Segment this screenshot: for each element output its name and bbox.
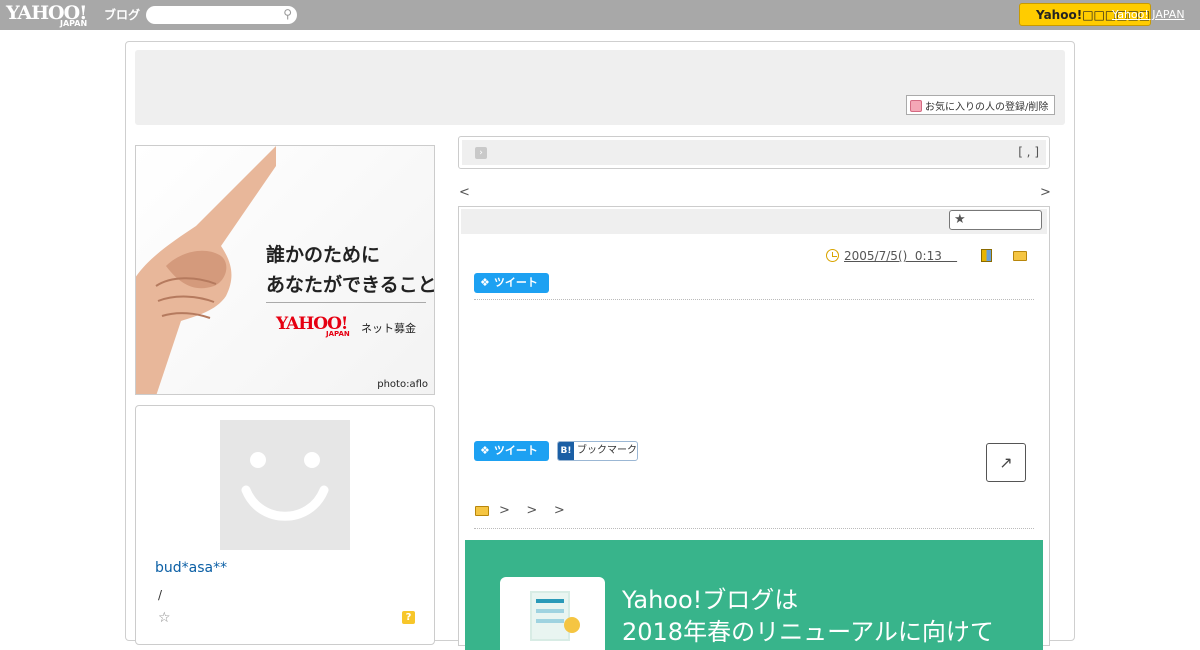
category-bar-inner: [462, 140, 1046, 165]
clock-icon: [826, 249, 839, 262]
top-bar: YAHOO! JAPAN ブログ ⚲ Yahoo!□□□□□□□ Yahoo! …: [0, 0, 1200, 30]
favorite-register-label: お気に入りの人の登録/削除: [925, 102, 1049, 113]
promo-line-1: Yahoo!ブログは: [622, 586, 799, 614]
tweet-label: ツイート: [493, 444, 538, 457]
banner-divider: [266, 302, 426, 303]
search-icon[interactable]: ⚲: [283, 7, 292, 21]
article-date-link[interactable]: 2005/7/5() 0:13: [844, 249, 957, 263]
yahoo-japan-link[interactable]: Yahoo! JAPAN: [1112, 8, 1185, 21]
renewal-promo-banner[interactable]: Yahoo!ブログは 2018年春のリニューアルに向けて: [465, 540, 1043, 650]
folder-icon[interactable]: [475, 506, 489, 516]
divider-top: [474, 299, 1034, 300]
folder-icon[interactable]: [1013, 251, 1027, 261]
heart-icon: [910, 100, 922, 112]
twitter-bird-icon: ❖: [480, 276, 490, 289]
next-article-link[interactable]: >: [1040, 185, 1051, 200]
banner-line-1: 誰かのために: [266, 244, 381, 266]
tweet-button-top[interactable]: ❖ ツイート: [474, 273, 549, 293]
category-bracket: [ , ]: [1018, 145, 1039, 159]
banner-line-2: あなたができること: [266, 274, 435, 296]
logo-blog-text: ブログ: [104, 8, 141, 22]
chevron-right-icon[interactable]: ›: [475, 147, 487, 159]
logo-japan-text: JAPAN: [60, 19, 88, 28]
profile-card: bud*asa** / ☆ ?: [135, 405, 435, 645]
favorite-register-button[interactable]: お気に入りの人の登録/削除: [906, 95, 1055, 115]
prev-article-link[interactable]: <: [459, 185, 470, 200]
yahoo-blog-logo[interactable]: YAHOO! JAPAN ブログ: [6, 2, 142, 28]
profile-slash: /: [158, 588, 163, 602]
tweet-button-bottom[interactable]: ❖ ツイート: [474, 441, 549, 461]
article-header: ★: [461, 209, 1047, 234]
article: ★ 2005/7/5() 0:13 ❖ ツイート ❖ ツイート B! ブックマーク ↗…: [458, 206, 1050, 650]
book-icon[interactable]: [981, 249, 992, 262]
banner-credit: photo:aflo: [377, 379, 428, 390]
divider-bottom: [474, 528, 1034, 529]
avatar[interactable]: [220, 420, 350, 550]
hatena-b-icon: B!: [558, 442, 574, 460]
bookmark-label: ブックマーク: [577, 445, 637, 456]
hatena-bookmark-button[interactable]: B! ブックマーク: [557, 441, 638, 461]
star-icon: ★: [954, 212, 966, 227]
banner-brand-sub: JAPAN: [326, 330, 350, 338]
star-outline-icon[interactable]: ☆: [158, 610, 171, 626]
twitter-bird-icon: ❖: [480, 444, 490, 457]
category-bar: › [ , ]: [458, 136, 1050, 169]
search-input[interactable]: ⚲: [146, 6, 297, 24]
share-icon[interactable]: ↗: [986, 443, 1026, 482]
tweet-label: ツイート: [493, 276, 538, 289]
banner-service: ネット募金: [361, 322, 416, 335]
handshake-icon: [136, 146, 276, 394]
donation-banner[interactable]: 誰かのために あなたができること YAHOO! JAPAN ネット募金 phot…: [135, 145, 435, 395]
breadcrumb: > > >: [499, 503, 565, 518]
document-icon: [500, 577, 605, 650]
help-icon[interactable]: ?: [402, 611, 415, 624]
favorite-star-button[interactable]: ★: [949, 210, 1042, 230]
username-link[interactable]: bud*asa**: [155, 560, 227, 576]
